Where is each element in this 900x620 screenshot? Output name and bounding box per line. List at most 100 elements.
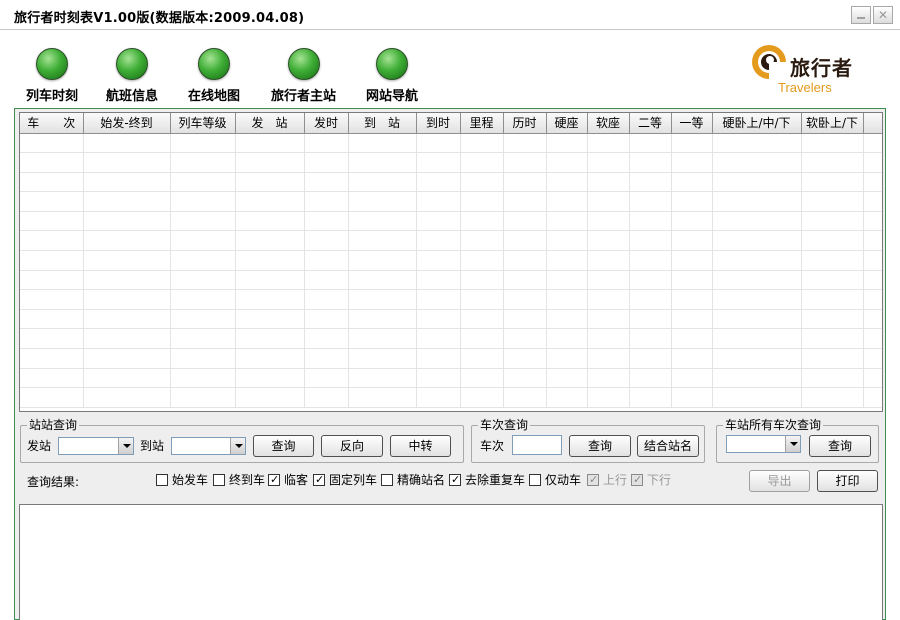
table-row[interactable] <box>20 133 882 154</box>
column-header[interactable]: 发时 <box>304 113 349 134</box>
table-cell <box>348 191 417 212</box>
table-cell <box>170 289 236 310</box>
transfer-button[interactable]: 中转 <box>390 435 451 457</box>
table-row[interactable] <box>20 348 882 369</box>
station-all-query-button[interactable]: 查询 <box>809 435 871 457</box>
column-header[interactable]: 到时 <box>416 113 461 134</box>
table-cell <box>460 368 504 389</box>
table-cell <box>671 172 713 193</box>
table-row[interactable] <box>20 387 882 408</box>
column-header[interactable]: 二等 <box>629 113 672 134</box>
checkbox-box[interactable] <box>381 474 393 486</box>
checkbox-box[interactable] <box>268 473 280 487</box>
column-header[interactable]: 一等 <box>671 113 713 134</box>
table-cell <box>587 348 630 369</box>
table-row[interactable] <box>20 309 882 330</box>
nav-item-online-map[interactable]: 在线地图 <box>188 48 240 104</box>
table-cell <box>83 289 171 310</box>
results-label: 查询结果: <box>27 475 80 489</box>
table-cell <box>587 368 630 389</box>
from-station-select[interactable] <box>58 437 134 455</box>
combine-station-button[interactable]: 结合站名 <box>637 435 699 457</box>
nav-item-flight-info[interactable]: 航班信息 <box>106 48 158 104</box>
table-cell <box>304 387 349 408</box>
table-row[interactable] <box>20 328 882 350</box>
table-cell <box>348 387 417 408</box>
checkbox-box[interactable] <box>449 473 461 487</box>
column-header[interactable]: 始发-终到 <box>83 113 171 134</box>
table-cell <box>712 172 802 193</box>
chevron-down-icon[interactable] <box>230 438 245 454</box>
table-cell <box>20 172 84 193</box>
table-cell <box>503 172 547 193</box>
table-cell <box>503 133 547 154</box>
table-cell <box>503 270 547 291</box>
table-row[interactable] <box>20 270 882 291</box>
close-button[interactable]: ✕ <box>873 6 893 24</box>
column-header[interactable]: 软座 <box>587 113 630 134</box>
table-cell <box>20 270 84 291</box>
nav-item-site-navigation[interactable]: 网站导航 <box>366 48 418 104</box>
to-station-select[interactable] <box>171 437 246 455</box>
column-header[interactable]: 硬座 <box>546 113 588 134</box>
table-cell <box>629 368 672 389</box>
nav-item-main-site[interactable]: 旅行者主站 <box>271 48 336 104</box>
table-cell <box>235 289 305 310</box>
table-cell <box>629 133 672 154</box>
train-query-button[interactable]: 查询 <box>569 435 631 457</box>
table-cell <box>801 250 864 271</box>
results-area[interactable] <box>19 504 883 620</box>
column-header[interactable]: 到 站 <box>348 113 417 134</box>
table-cell <box>629 348 672 369</box>
column-header[interactable]: 软卧上/下 <box>801 113 864 134</box>
station-all-select[interactable] <box>726 435 801 453</box>
column-header[interactable]: 列车等级 <box>170 113 236 134</box>
table-cell <box>863 191 882 212</box>
table-cell <box>416 230 461 252</box>
table-row[interactable] <box>20 250 882 271</box>
checkbox-box[interactable] <box>156 474 168 486</box>
train-query-legend: 车次查询 <box>478 418 531 432</box>
column-header[interactable]: 历时 <box>503 113 547 134</box>
station-query-button[interactable]: 查询 <box>253 435 314 457</box>
table-row[interactable] <box>20 152 882 173</box>
table-cell <box>712 133 802 154</box>
table-cell <box>83 230 171 252</box>
train-number-input[interactable] <box>512 435 562 455</box>
nav-item-train-timetable[interactable]: 列车时刻 <box>26 48 78 104</box>
column-header[interactable]: 硬卧上/中/下 <box>712 113 802 134</box>
minimize-icon <box>852 7 870 23</box>
table-row[interactable] <box>20 211 882 232</box>
reverse-button[interactable]: 反向 <box>321 435 383 457</box>
table-row[interactable] <box>20 230 882 252</box>
table-cell <box>235 368 305 389</box>
column-header[interactable]: 车 次 <box>20 113 84 134</box>
table-row[interactable] <box>20 172 882 193</box>
checkbox-box[interactable] <box>587 473 599 487</box>
checkbox-box[interactable] <box>529 474 541 486</box>
table-cell <box>83 309 171 330</box>
chevron-down-icon[interactable] <box>118 438 133 454</box>
checkbox-box[interactable] <box>631 473 643 487</box>
minimize-button[interactable] <box>851 6 871 24</box>
timetable-grid[interactable]: 车 次 始发-终到 列车等级 发 站 发时 到 站 到时 里程 历时 硬座 软座… <box>19 112 883 412</box>
table-row[interactable] <box>20 191 882 212</box>
table-cell <box>629 270 672 291</box>
table-cell <box>503 211 547 232</box>
table-cell <box>671 191 713 212</box>
column-header[interactable]: 发 站 <box>235 113 305 134</box>
checkbox-box[interactable] <box>213 474 225 486</box>
print-button[interactable]: 打印 <box>817 470 878 492</box>
table-row[interactable] <box>20 289 882 310</box>
table-cell <box>671 230 713 252</box>
column-header[interactable]: 里程 <box>460 113 504 134</box>
export-button[interactable]: 导出 <box>749 470 810 492</box>
table-cell <box>348 152 417 173</box>
table-cell <box>546 172 588 193</box>
table-cell <box>503 250 547 271</box>
table-row[interactable] <box>20 368 882 389</box>
table-cell <box>348 309 417 330</box>
table-cell <box>546 133 588 154</box>
chevron-down-icon[interactable] <box>785 436 800 452</box>
checkbox-box[interactable] <box>313 473 325 487</box>
